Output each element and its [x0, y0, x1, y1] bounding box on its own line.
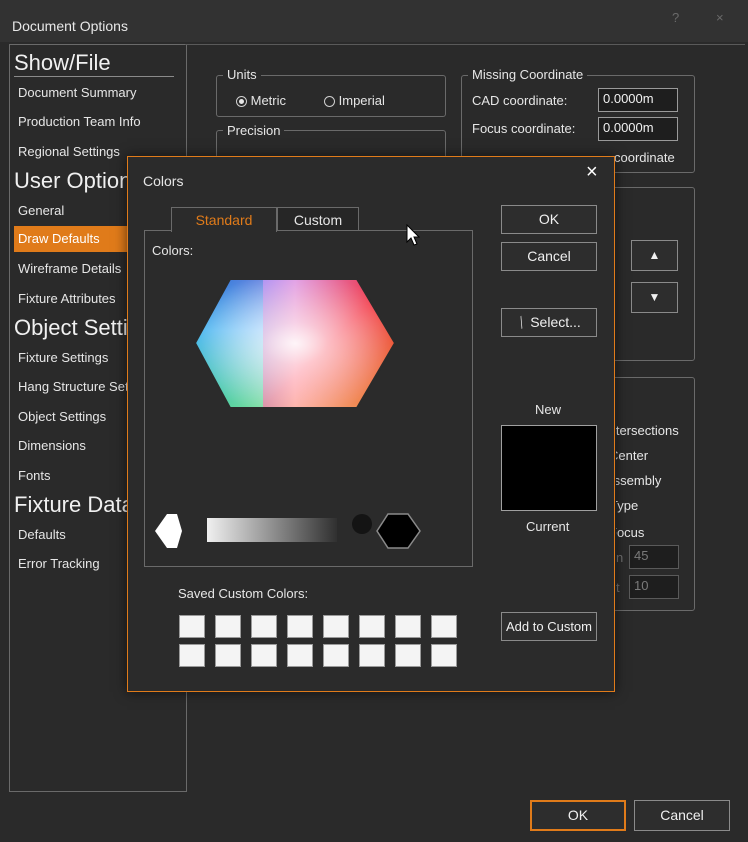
sidebar-item-fixture-attributes[interactable]: Fixture Attributes	[18, 291, 116, 306]
section-show-file: Show/File	[14, 50, 111, 75]
sidebar-item-production-team-info[interactable]: Production Team Info	[18, 114, 141, 129]
precision-label: Precision	[223, 123, 285, 138]
colors-ok-button[interactable]: OK	[501, 205, 597, 234]
field2-input[interactable]: 10	[629, 575, 679, 599]
custom-swatch[interactable]	[179, 615, 205, 638]
focus-coordinate-field[interactable]: 0.0000m	[598, 117, 678, 141]
window-close-icon[interactable]: ×	[716, 10, 724, 25]
custom-swatch-grid	[179, 615, 459, 667]
custom-swatch[interactable]	[431, 644, 457, 667]
color-hexagon-picker[interactable]	[145, 231, 472, 566]
sidebar-item-dimensions[interactable]: Dimensions	[18, 438, 86, 453]
option-focus[interactable]: Focus	[616, 525, 686, 540]
option-label: Assembly	[616, 473, 662, 488]
move-up-button[interactable]: ▲	[631, 240, 678, 271]
use-coordinate-label-tail: coordinate	[614, 150, 675, 165]
custom-swatch[interactable]	[251, 644, 277, 667]
black-hexagon-selected[interactable]	[376, 513, 421, 549]
custom-swatch[interactable]	[359, 615, 385, 638]
field1-input[interactable]: 45	[629, 545, 679, 569]
move-down-button[interactable]: ▼	[631, 282, 678, 313]
radio-indicator	[236, 96, 247, 108]
saved-custom-colors-label: Saved Custom Colors:	[178, 586, 309, 601]
help-icon[interactable]: ?	[672, 10, 679, 25]
standard-colors-panel: Colors:	[144, 230, 473, 567]
custom-swatch[interactable]	[179, 644, 205, 667]
white-hexagon[interactable]	[155, 514, 182, 548]
grayscale-strip[interactable]	[207, 518, 337, 542]
sidebar-item-object-settings[interactable]: Object Settings	[18, 409, 106, 424]
colors-dialog-close-icon[interactable]: ×	[586, 161, 598, 184]
option-label: Type	[616, 498, 639, 513]
dark-gray-hexagon[interactable]	[352, 514, 372, 534]
option-type[interactable]: Type	[616, 498, 686, 513]
colors-dialog-title: Colors	[143, 173, 184, 189]
footer-ok-button[interactable]: OK	[530, 800, 626, 831]
arrow-up-icon: ▲	[648, 248, 661, 262]
window-title: Document Options	[12, 18, 128, 34]
metric-label: Metric	[250, 93, 287, 108]
colors-cancel-button[interactable]: Cancel	[501, 242, 597, 271]
section-fixture-data: Fixture Data	[14, 492, 134, 517]
custom-swatch[interactable]	[287, 615, 313, 638]
sidebar-item-document-summary[interactable]: Document Summary	[18, 85, 136, 100]
tab-standard[interactable]: Standard	[171, 207, 277, 232]
colors-dialog-titlebar: Colors ×	[128, 157, 614, 195]
current-color-label: Current	[526, 519, 570, 534]
custom-swatch[interactable]	[323, 615, 349, 638]
custom-swatch[interactable]	[395, 615, 421, 638]
footer-cancel-button[interactable]: Cancel	[634, 800, 730, 831]
tab-custom[interactable]: Custom	[277, 207, 359, 231]
add-to-custom-button[interactable]: Add to Custom	[501, 612, 597, 641]
sidebar-item-defaults[interactable]: Defaults	[18, 527, 66, 542]
units-label: Units	[223, 67, 261, 82]
custom-swatch[interactable]	[323, 644, 349, 667]
option-label: Intersections	[616, 423, 679, 438]
custom-swatch[interactable]	[431, 615, 457, 638]
radio-indicator	[324, 96, 335, 108]
custom-swatch[interactable]	[215, 644, 241, 667]
option-label: Focus	[616, 525, 645, 540]
custom-swatch[interactable]	[287, 644, 313, 667]
section-divider	[14, 76, 174, 77]
new-color-label: New	[535, 402, 562, 417]
sidebar-item-fixture-settings[interactable]: Fixture Settings	[18, 350, 108, 365]
field1-label-tail: n	[616, 550, 624, 565]
select-label: Select...	[530, 314, 581, 330]
custom-swatch[interactable]	[395, 644, 421, 667]
custom-swatch[interactable]	[215, 615, 241, 638]
metric-radio[interactable]: Metric	[236, 93, 286, 108]
missing-coordinate-label: Missing Coordinate	[468, 67, 588, 82]
custom-swatch[interactable]	[359, 644, 385, 667]
title-bar: Document Options ? ×	[0, 0, 748, 42]
mouse-cursor-icon	[406, 224, 420, 246]
arrow-down-icon: ▼	[648, 290, 661, 304]
sidebar-item-error-tracking[interactable]: Error Tracking	[18, 556, 100, 571]
colors-dialog: Colors × Standard Custom Colors: Saved C…	[127, 156, 615, 692]
field2-label-tail: t	[616, 580, 620, 595]
sidebar-item-wireframe-details[interactable]: Wireframe Details	[18, 261, 121, 276]
eyedropper-select-button[interactable]: ⟋ Select...	[501, 308, 597, 337]
option-assembly[interactable]: Assembly	[616, 473, 686, 488]
imperial-radio[interactable]: Imperial	[324, 93, 385, 108]
focus-coordinate-label: Focus coordinate:	[472, 121, 576, 136]
option-label: Center	[616, 448, 649, 463]
color-preview	[501, 425, 597, 511]
cad-coordinate-label: CAD coordinate:	[472, 93, 568, 108]
option-center[interactable]: Center	[616, 448, 686, 463]
custom-swatch[interactable]	[251, 615, 277, 638]
order-group	[612, 187, 695, 361]
sidebar-item-general[interactable]: General	[18, 203, 64, 218]
hexagon-center-white	[195, 279, 395, 408]
sidebar-item-regional-settings[interactable]: Regional Settings	[18, 144, 120, 159]
section-user-options: User Options	[14, 168, 143, 193]
imperial-label: Imperial	[338, 93, 385, 108]
cad-coordinate-field[interactable]: 0.0000m	[598, 88, 678, 112]
sidebar-item-fonts[interactable]: Fonts	[18, 468, 51, 483]
option-intersections[interactable]: Intersections	[616, 423, 686, 438]
